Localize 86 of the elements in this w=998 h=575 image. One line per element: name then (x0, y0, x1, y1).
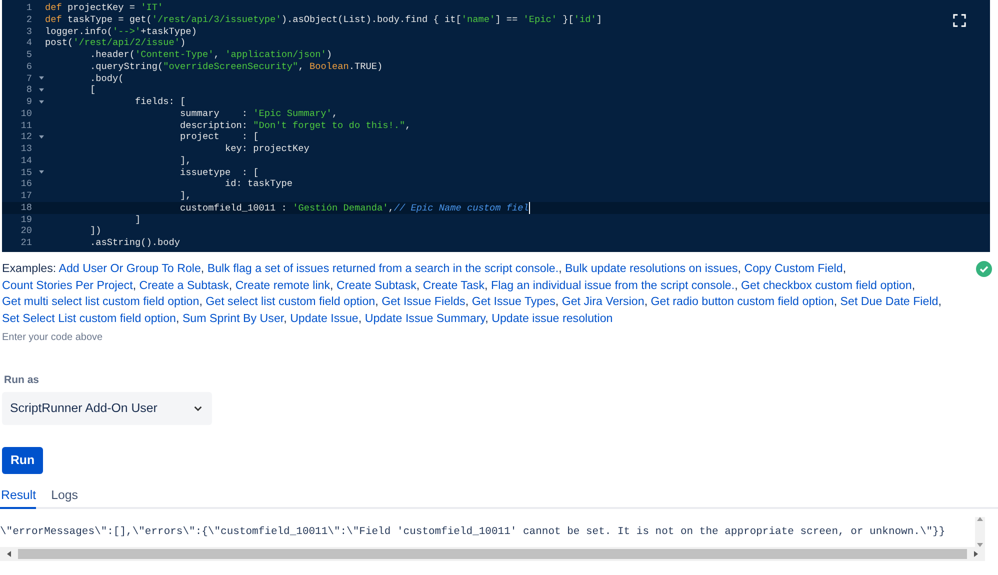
example-link[interactable]: Create Subtask (336, 278, 416, 292)
code-line: ]) (89, 225, 102, 237)
code-line: .header('Content-Type', 'application/json') (89, 49, 332, 61)
code-line: summary : 'Epic Summary', (179, 108, 338, 120)
example-link[interactable]: Get Issue Fields (382, 295, 466, 308)
code-line: [ (89, 84, 96, 96)
line-number: 3 (25, 26, 32, 38)
code-line: customfield_10011 : 'Gestión Demanda',// Epic Name custom fiel (179, 202, 530, 214)
code-line: description: "Don't forget to do this!.", (179, 120, 411, 132)
example-link[interactable]: Create remote link (235, 278, 330, 292)
example-link[interactable]: Bulk update resolutions on issues (565, 262, 738, 275)
line-number: 16 (20, 178, 32, 190)
tab[interactable]: Logs (50, 488, 78, 509)
chevron-down-icon (194, 406, 202, 411)
example-link[interactable]: Get Issue Types (472, 295, 556, 308)
run-as-label: Run as (4, 374, 40, 386)
example-link[interactable]: Get radio button custom field option (650, 295, 834, 308)
code-line: .asString().body (89, 237, 180, 249)
code-line: .body( (89, 72, 124, 84)
line-number: 2 (25, 14, 32, 26)
example-link[interactable]: Update issue resolution (492, 312, 613, 326)
horizontal-scrollbar[interactable] (0, 546, 985, 561)
example-link[interactable]: Set Select List custom field option (2, 312, 176, 326)
vertical-scrollbar[interactable] (975, 516, 985, 547)
example-link[interactable]: Copy Custom Field (744, 262, 843, 275)
code-line: post('/rest/api/2/issue') (45, 37, 186, 49)
code-line: issuetype : [ (179, 166, 259, 178)
example-link[interactable]: Update Issue Summary (364, 312, 486, 326)
line-number: 6 (25, 60, 32, 72)
line-number: 9 (25, 96, 32, 108)
example-link[interactable]: Flag an individual issue from the script console. (490, 278, 735, 292)
code-line: .queryString("overrideScreenSecurity", Boolean.TRUE) (89, 60, 383, 72)
run-button[interactable]: Run (2, 446, 43, 474)
code-line: ], (179, 154, 192, 166)
example-link[interactable]: Set Due Date Field (840, 295, 938, 308)
example-link[interactable]: Update Issue (290, 312, 358, 326)
code-line: def taskType = get('/rest/api/3/issuetype').asObject(List).body.find { it['name'] == 'Epic' }['id'] (45, 14, 602, 26)
line-number: 15 (20, 166, 32, 178)
run-as-dropdown[interactable]: ScriptRunner Add-On User (2, 392, 212, 425)
hint-text: Enter your code above (2, 332, 104, 343)
line-number: 12 (20, 131, 32, 143)
fold-arrow-icon[interactable] (39, 100, 44, 104)
line-number: 10 (20, 108, 32, 120)
scroll-up-icon[interactable] (977, 516, 983, 521)
line-number: 5 (25, 49, 32, 61)
fold-arrow-icon[interactable] (39, 88, 44, 92)
line-number: 20 (20, 225, 32, 237)
example-link[interactable]: Get select list custom field option (206, 295, 376, 308)
scrollbar-thumb[interactable] (18, 548, 967, 559)
line-number: 19 (20, 214, 32, 226)
example-link[interactable]: Create a Subtask (139, 278, 229, 292)
line-number: 18 (20, 202, 32, 214)
line-number: 21 (20, 237, 32, 249)
example-link[interactable]: Count Stories Per Project (2, 278, 133, 292)
line-number: 7 (25, 72, 32, 84)
code-line: fields: [ (134, 96, 186, 108)
line-number: 8 (25, 84, 32, 96)
code-line: id: taskType (224, 178, 293, 190)
fold-arrow-icon[interactable] (39, 170, 44, 174)
line-number: 14 (20, 154, 32, 166)
line-number: 17 (20, 190, 32, 202)
fold-arrow-icon[interactable] (39, 76, 44, 80)
scroll-right-icon[interactable] (974, 550, 978, 557)
line-number: 13 (20, 143, 32, 155)
line-number: 4 (25, 37, 32, 49)
code-line: def projectKey = 'IT' (45, 2, 164, 14)
output-text: \"errorMessages\":[],\"errors\":{\"customfield_10011\":\"Field 'customfield_10011' cannot be set. It is not on the appropriate screen, or unknown.\"}} (0, 526, 946, 538)
code-line: key: projectKey (224, 143, 310, 155)
examples-text: Examples: Add User Or Group To Role, Bulk flag a set of issues returned from a search in the script console., Bulk update resolutions on issues, Copy Custom Field, Count Stories Per Project, Create a Subtask, Create remote link, Create Subtask, Create Task, Flag an individual issue from the script console., Get checkbox custom field option, Get multi select list custom field option, Get select list custom field option, Get Issue Fields, Get Issue Types, Get Jira Version, Get radio button custom field option, Set Due Date Field, Set Select List custom field option, Sum Sprint By User, Update Issue, Update Issue Summary, Update issue resolution (2, 260, 942, 328)
scroll-left-icon[interactable] (7, 550, 11, 557)
code-line: ], (179, 190, 192, 202)
fold-arrow-icon[interactable] (39, 135, 44, 140)
example-link[interactable]: Create Task (422, 278, 485, 292)
tab[interactable]: Result (0, 488, 36, 509)
example-link[interactable]: Get checkbox custom field option (741, 278, 912, 292)
code-line: logger.info('-->'+taskType) (45, 26, 197, 38)
line-number: 1 (25, 2, 32, 14)
line-number: 11 (20, 120, 32, 132)
code-line: ] (134, 214, 141, 226)
fullscreen-icon[interactable] (953, 14, 966, 27)
example-link[interactable]: Bulk flag a set of issues returned from a search in the script console. (207, 262, 559, 275)
example-link[interactable]: Get Jira Version (562, 295, 644, 308)
example-link[interactable]: Get multi select list custom field option (2, 295, 200, 308)
example-link[interactable]: Sum Sprint By User (182, 312, 284, 326)
example-link[interactable]: Add User Or Group To Role (58, 262, 201, 275)
code-line: project : [ (179, 131, 259, 143)
